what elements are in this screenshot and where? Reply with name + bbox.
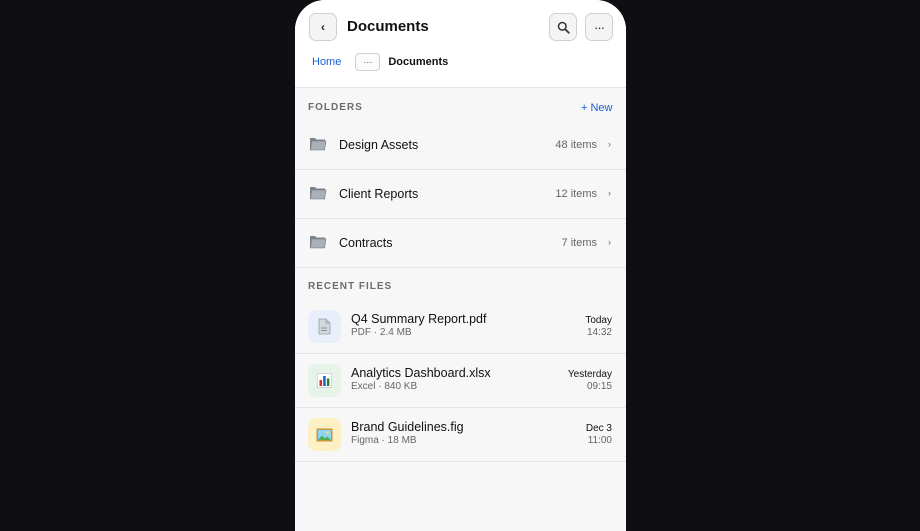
folder-icon [310, 236, 327, 249]
file-meta: Figma · 18 MB [351, 435, 417, 446]
search-icon [557, 21, 570, 34]
folder-icon [310, 138, 327, 151]
file-time: 11:00 [587, 435, 612, 446]
breadcrumb: Home ··· Documents [312, 53, 448, 71]
recent-files-section-label: RECENT FILES [308, 281, 393, 292]
app-header: ‹ Documents ··· Home ··· Documents [295, 0, 626, 88]
page-title: Documents [347, 18, 429, 35]
file-time: 09:15 [586, 381, 612, 392]
framed-picture-icon [316, 428, 333, 441]
chevron-left-icon: ‹ [321, 20, 325, 34]
phone-screen: ‹ Documents ··· Home ··· Documents FOLDE… [295, 0, 626, 531]
file-row-brand-guidelines[interactable]: Brand Guidelines.fig Figma · 18 MB Dec 3… [295, 408, 626, 462]
back-button[interactable]: ‹ [309, 13, 337, 41]
file-date: Yesterday [567, 369, 612, 380]
folder-count: 48 items [555, 139, 597, 151]
file-name: Analytics Dashboard.xlsx [351, 366, 491, 380]
file-tile [308, 418, 341, 451]
ellipsis-icon: ··· [594, 19, 605, 35]
folder-name: Client Reports [339, 187, 419, 201]
folder-icon [310, 187, 327, 200]
pdf-file-icon [318, 318, 331, 335]
chevron-right-icon: › [608, 139, 611, 149]
file-row-analytics-dashboard[interactable]: Analytics Dashboard.xlsx Excel · 840 KB … [295, 354, 626, 408]
folder-name: Design Assets [339, 138, 419, 152]
chevron-right-icon: › [608, 188, 611, 198]
bar-chart-icon [317, 373, 332, 388]
search-button[interactable] [549, 13, 577, 41]
file-name: Q4 Summary Report.pdf [351, 312, 487, 326]
folder-name: Contracts [339, 236, 393, 250]
folder-row-design-assets[interactable]: Design Assets 48 items › [295, 121, 626, 170]
breadcrumb-current: Documents [388, 56, 449, 68]
file-date: Today [585, 315, 612, 326]
breadcrumb-more-button[interactable]: ··· [355, 53, 381, 71]
folder-count: 12 items [555, 188, 597, 200]
more-options-button[interactable]: ··· [585, 13, 613, 41]
file-name: Brand Guidelines.fig [351, 420, 464, 434]
folder-row-contracts[interactable]: Contracts 7 items › [295, 219, 626, 268]
file-meta: Excel · 840 KB [351, 381, 418, 392]
breadcrumb-home-link[interactable]: Home [312, 56, 341, 68]
new-folder-button[interactable]: + New [581, 102, 613, 114]
file-row-q4-summary[interactable]: Q4 Summary Report.pdf PDF · 2.4 MB Today… [295, 300, 626, 354]
file-tile [308, 364, 341, 397]
folder-row-client-reports[interactable]: Client Reports 12 items › [295, 170, 626, 219]
file-meta: PDF · 2.4 MB [351, 327, 412, 338]
file-tile [308, 310, 341, 343]
file-date: Dec 3 [585, 423, 612, 434]
folders-section-label: FOLDERS [308, 102, 363, 113]
chevron-right-icon: › [608, 237, 611, 247]
ellipsis-icon: ··· [363, 57, 373, 67]
file-time: 14:32 [586, 327, 612, 338]
folder-count: 7 items [561, 237, 597, 249]
